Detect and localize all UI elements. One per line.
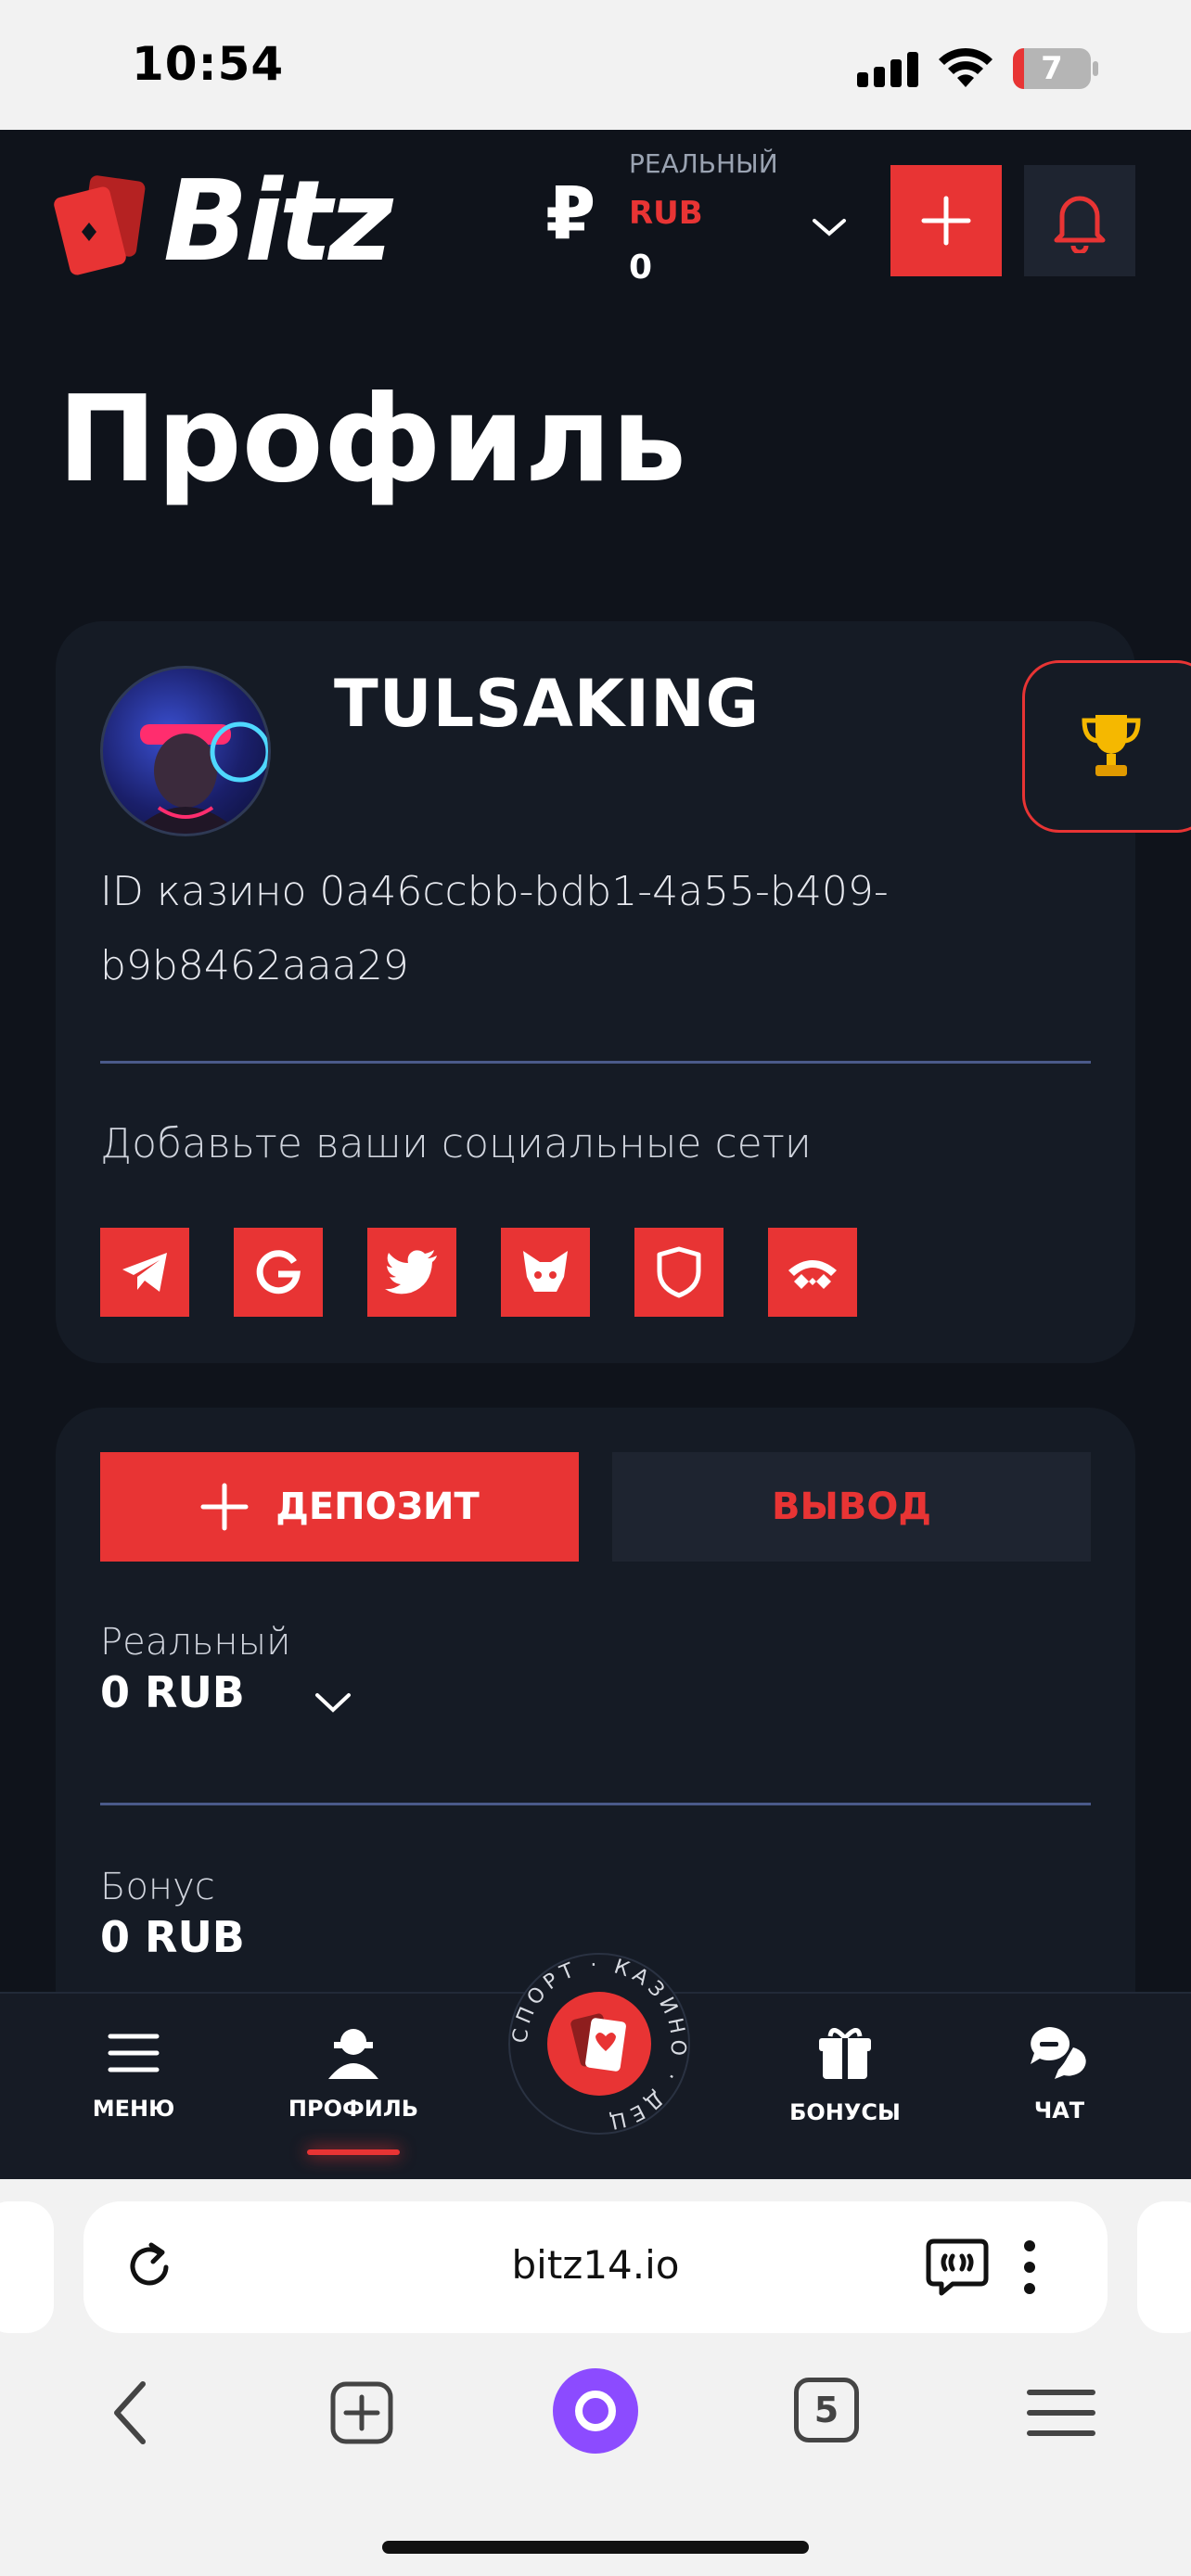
browser-menu-button[interactable] [1024,2376,1098,2450]
status-bar: 10:54 7 [0,0,1191,130]
google-button[interactable] [234,1228,323,1317]
home-indicator [382,2541,809,2554]
currency-code: RUB [629,195,703,232]
plus-icon [921,196,971,246]
google-icon [256,1250,301,1294]
username: TULSAKING [334,666,761,742]
site-header: Bitz ₽ РЕАЛЬНЫЙ RUB 0 [0,130,1191,343]
metamask-icon [523,1251,568,1292]
battery-level: 7 [1041,50,1063,87]
walletconnect-icon [788,1260,837,1289]
bonus-balance: Бонус 0 RUB [100,1866,245,1962]
active-indicator [307,2149,400,2155]
nav-bonuses-label: БОНУСЫ [789,2099,901,2125]
nav-chat[interactable]: ЧАТ [1013,2023,1106,2123]
twitter-button[interactable] [367,1228,456,1317]
bonus-balance-label: Бонус [100,1866,215,1908]
chevron-left-icon [114,2381,146,2444]
page-title: Профиль [58,371,687,509]
battery-icon: 7 [1013,48,1102,89]
plus-icon [200,1483,249,1531]
casino-id-line-1: ID казино 0a46ccbb-bdb1-4a55-b409- [100,868,889,915]
bottom-nav: МЕНЮ ПРОФИЛЬ СПОРТ · КАЗИНО · ДЕЦ БОНУСЫ… [0,1953,1191,2181]
avatar[interactable] [100,666,271,836]
real-balance-selector[interactable]: Реальный 0 RUB [100,1621,397,1732]
nav-profile[interactable]: ПРОФИЛЬ [284,2025,423,2155]
nav-menu[interactable]: МЕНЮ [78,2031,189,2122]
more-options-button[interactable] [1011,2235,1048,2300]
header-balance: 0 [629,249,653,287]
quote-bubble-icon [926,2238,989,2296]
bell-icon [1054,196,1106,253]
twitter-icon [385,1250,437,1294]
sport-casino-ring-icon: СПОРТ · КАЗИНО · ДЕЦ [510,1955,685,2133]
plus-square-icon [330,2381,393,2444]
account-type-label: РЕАЛЬНЫЙ [629,148,778,179]
real-balance-value: 0 RUB [100,1667,245,1717]
metamask-button[interactable] [501,1228,590,1317]
profile-card: TULSAKING ID казино 0a46ccbb-bdb1-4a55-b… [56,621,1135,1363]
casino-id-line-2: b9b8462aaa29 [100,942,409,989]
address-bar[interactable]: bitz14.io [83,2201,1108,2333]
hamburger-menu-icon [108,2034,160,2072]
chat-bubbles-icon [1031,2027,1086,2079]
tabs-count: 5 [813,2390,839,2430]
real-balance-label: Реальный [100,1621,291,1664]
telegram-icon [122,1253,167,1292]
logo[interactable]: Bitz [54,158,406,287]
chevron-down-icon [813,219,846,236]
back-button[interactable] [93,2376,167,2450]
user-icon [328,2029,378,2079]
alice-icon [575,2391,616,2431]
new-tab-button[interactable] [325,2376,399,2450]
status-time: 10:54 [132,37,285,91]
nav-menu-label: МЕНЮ [92,2096,175,2122]
header-deposit-button[interactable] [890,165,1002,276]
nav-chat-label: ЧАТ [1033,2098,1085,2123]
alice-assistant-button[interactable] [553,2368,638,2454]
previous-tab-peek[interactable] [0,2201,54,2333]
telegram-button[interactable] [100,1228,189,1317]
trophy-icon [1082,715,1141,776]
chevron-down-icon [315,1693,351,1713]
achievements-tab[interactable] [1022,660,1191,833]
social-prompt: Добавьте ваши социальные сети [100,1120,812,1167]
hamburger-menu-icon [1027,2390,1095,2436]
withdraw-button[interactable]: ВЫВОД [612,1452,1091,1562]
walletconnect-button[interactable] [768,1228,857,1317]
wifi-icon [937,46,994,89]
vertical-dots-icon [1024,2240,1035,2294]
cards-logo-icon [54,175,146,275]
next-tab-peek[interactable] [1137,2201,1191,2333]
bonus-balance-value: 0 RUB [100,1912,245,1962]
reader-quote-button[interactable] [922,2235,992,2300]
divider [100,1803,1091,1805]
withdraw-label: ВЫВОД [771,1486,932,1528]
currency-selector[interactable]: РЕАЛЬНЫЙ RUB 0 [627,139,859,297]
deposit-button[interactable]: ДЕПОЗИТ [100,1452,579,1562]
nav-profile-label: ПРОФИЛЬ [288,2096,419,2122]
gift-icon [819,2028,871,2079]
logo-text: Bitz [163,158,393,287]
tabs-count-button[interactable]: 5 [794,2378,859,2442]
shield-icon [657,1246,701,1298]
deposit-label: ДЕПОЗИТ [275,1486,480,1528]
nav-bonuses[interactable]: БОНУСЫ [785,2027,905,2125]
currency-symbol: ₽ [545,172,596,256]
shield-button[interactable] [634,1228,724,1317]
divider [100,1061,1091,1064]
cellular-signal-icon [857,52,918,89]
nav-casino-toggle[interactable]: СПОРТ · КАЗИНО · ДЕЦ [508,1953,690,2135]
notifications-button[interactable] [1024,165,1135,276]
browser-chrome: bitz14.io 5 [0,2179,1191,2576]
